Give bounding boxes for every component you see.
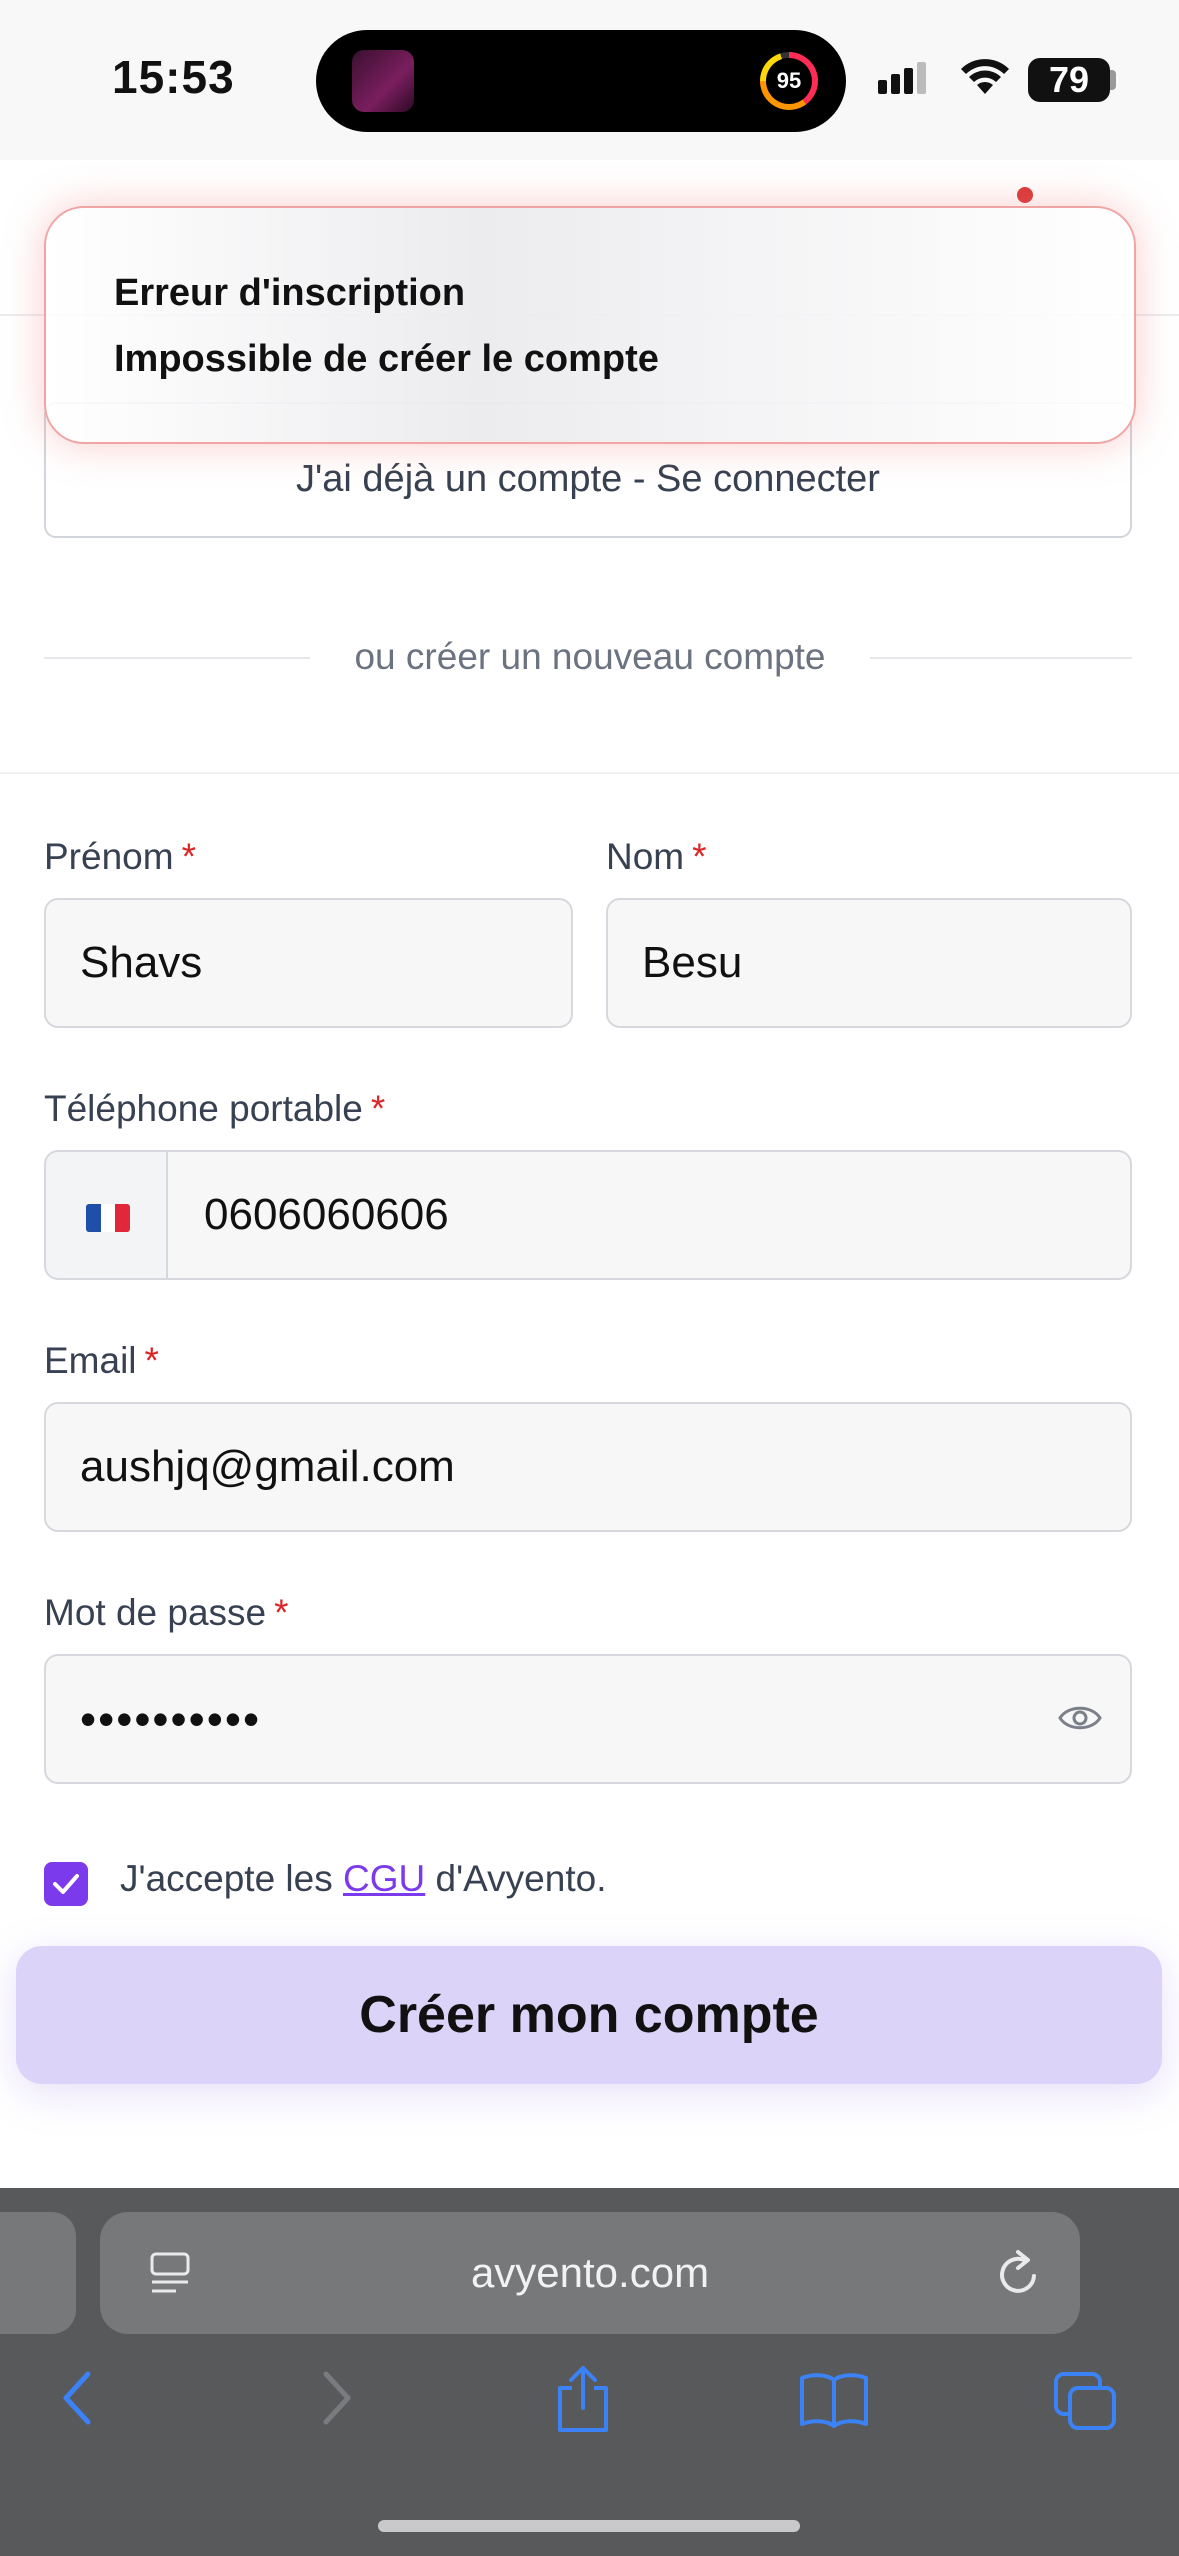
error-toast[interactable]: Erreur d'inscription Impossible de créer… (44, 206, 1136, 444)
toast-description: Impossible de créer le compte (114, 338, 659, 380)
tabs-icon[interactable] (1052, 2370, 1118, 2432)
required-marker: * (370, 1088, 386, 1129)
notification-dot (1017, 187, 1033, 203)
email-input[interactable]: aushjq@gmail.com (44, 1402, 1132, 1532)
url-text: avyento.com (470, 2249, 710, 2296)
divider-line-left (44, 657, 310, 659)
activity-ring-icon: 95 (760, 52, 818, 110)
first-name-label: Prénom * (44, 836, 196, 877)
terms-text: J'accepte les CGU d'Avyento. (120, 1858, 607, 1899)
previous-tab-peek[interactable] (0, 2212, 76, 2334)
phone-label: Téléphone portable * (44, 1088, 386, 1129)
first-name-input[interactable]: Shavs (44, 898, 573, 1028)
bookmarks-icon[interactable] (798, 2370, 870, 2428)
cgu-link[interactable]: CGU (343, 1858, 425, 1899)
country-selector[interactable] (44, 1150, 168, 1280)
wifi-icon (961, 59, 1009, 94)
email-label: Email * (44, 1340, 159, 1381)
reload-icon[interactable] (994, 2246, 1044, 2300)
status-time: 15:53 (112, 51, 235, 103)
checkmark-icon (53, 1874, 79, 1894)
show-password-eye-icon[interactable] (1058, 1702, 1102, 1734)
required-marker: * (274, 1592, 289, 1633)
terms-checkbox[interactable] (44, 1862, 88, 1906)
create-account-button[interactable]: Créer mon compte (16, 1946, 1162, 2084)
address-bar[interactable]: avyento.com (100, 2212, 1080, 2334)
toast-title: Erreur d'inscription (114, 272, 466, 314)
back-icon[interactable] (56, 2368, 100, 2428)
last-name-input[interactable]: Besu (606, 898, 1132, 1028)
forward-icon[interactable] (314, 2368, 358, 2428)
status-bar: 15:53 95 79 (0, 0, 1179, 160)
password-input[interactable]: •••••••••• (44, 1654, 1132, 1784)
home-indicator (378, 2520, 800, 2532)
divider-text: ou créer un nouveau compte (354, 636, 826, 677)
france-flag-icon (86, 1204, 130, 1232)
activity-ring-value: 95 (766, 58, 812, 104)
last-name-label: Nom * (606, 836, 707, 877)
required-marker: * (692, 836, 707, 877)
share-icon[interactable] (552, 2364, 614, 2434)
section-divider (0, 772, 1179, 774)
now-playing-thumbnail (352, 50, 414, 112)
required-marker: * (144, 1340, 159, 1381)
cellular-signal-icon (878, 62, 930, 94)
required-marker: * (181, 836, 196, 877)
password-label: Mot de passe * (44, 1592, 289, 1633)
dynamic-island: 95 (316, 30, 846, 132)
phone-input[interactable]: 0606060606 (166, 1150, 1132, 1280)
battery-icon: 79 (1028, 58, 1110, 102)
battery-tip (1110, 70, 1116, 90)
divider-line-right (870, 657, 1132, 659)
